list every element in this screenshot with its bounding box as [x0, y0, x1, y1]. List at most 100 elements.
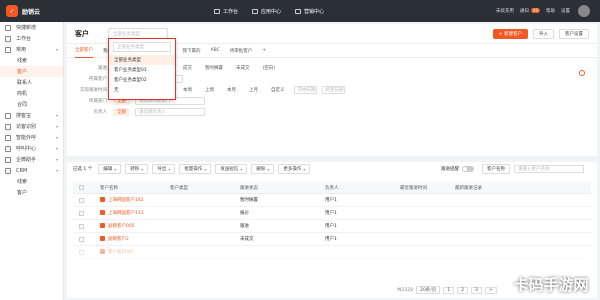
new-customer-button[interactable]: + 新建客户	[492, 28, 528, 39]
renew-link[interactable]: 未续充用	[496, 8, 514, 14]
table-row[interactable]: 上海韩国客户182 暂时搁置 用户1	[73, 194, 591, 207]
next-page-button[interactable]: >	[484, 286, 497, 294]
follow-up-toggle[interactable]	[462, 166, 474, 172]
nav-marketing[interactable]: 营销中心	[295, 8, 324, 15]
sidebar-item[interactable]: 客户	[0, 187, 63, 198]
dropdown-option[interactable]: 客户业务类型02	[109, 75, 175, 85]
notice-link[interactable]: 通知 99	[520, 8, 540, 14]
search-field-select[interactable]: 客户名称	[482, 164, 510, 174]
row-checkbox[interactable]	[79, 249, 84, 255]
filter-chip[interactable]: 上月	[245, 86, 262, 94]
filter-chip[interactable]: (空白)	[259, 64, 280, 72]
filter-label: 所属客户	[89, 76, 107, 82]
settings-link[interactable]: 设置	[561, 8, 570, 14]
column-header[interactable]: 跟进状态	[236, 185, 321, 191]
table-row[interactable]: 上海韩国客户113 报价 用户1	[73, 207, 591, 220]
toolbar-button[interactable]: 转移 ▾	[125, 164, 149, 174]
filter-chip[interactable]: 成交	[179, 64, 196, 72]
date-start-input[interactable]: 开始日期	[293, 85, 317, 94]
sidebar-item-label: 企微助手	[16, 157, 37, 163]
table-row[interactable]: 客户名2100	[73, 246, 591, 259]
nav-workbench[interactable]: 工作台	[214, 8, 238, 15]
column-header[interactable]: 最新跟进记录	[451, 185, 531, 191]
row-checkbox[interactable]	[79, 197, 84, 203]
table-row[interactable]: 励销客户2 未成交 用户1	[73, 233, 591, 246]
tab-item[interactable]: 我下属的	[183, 44, 201, 58]
filter-chip[interactable]: 未成交	[232, 64, 254, 72]
filter-chip[interactable]: 暂时搁置	[201, 64, 227, 72]
toolbar-button[interactable]: 批量操作 ▾	[179, 164, 212, 174]
chevron-down-icon: ▾	[141, 166, 144, 172]
date-end-input[interactable]: 结束日期	[321, 85, 345, 94]
filter-input[interactable]: 请选择负责人	[135, 107, 205, 116]
column-header[interactable]: 客户类型	[166, 185, 236, 191]
sidebar-item[interactable]: 线索	[0, 176, 63, 187]
row-checkbox[interactable]	[79, 236, 84, 242]
toolbar-button[interactable]: 删除 ▾	[251, 164, 275, 174]
filter-chip[interactable]: 自定义	[267, 86, 289, 94]
gear-icon[interactable]	[579, 70, 585, 76]
sidebar-item[interactable]: 工作台	[0, 33, 63, 44]
sidebar-item-label: 智能外呼	[16, 135, 37, 141]
toolbar-button[interactable]: 编辑 ▾	[98, 164, 122, 174]
sidebar-item[interactable]: 搜客宝 ▾	[0, 110, 63, 121]
app-logo[interactable]: ✓ 励销云	[6, 5, 66, 17]
dropdown-option[interactable]: 无	[109, 85, 175, 95]
add-tab-icon[interactable]: +	[262, 44, 266, 58]
customer-name-link[interactable]: 上海韩国客户182	[96, 197, 166, 203]
chevron-down-icon: ▾	[55, 168, 58, 173]
nav-app-center[interactable]: 应用中心	[252, 8, 281, 15]
sidebar-item[interactable]: 线索	[0, 55, 63, 66]
sidebar-item[interactable]: 快捷新增	[0, 22, 63, 33]
dropdown-option[interactable]: 全部业务类型	[109, 55, 175, 65]
phone-icon	[100, 223, 105, 228]
tab-item[interactable]: ABC	[211, 44, 220, 58]
customer-name-link[interactable]: 励销客户2	[96, 236, 166, 242]
filter-chip[interactable]: 全部	[113, 107, 130, 116]
page-number[interactable]: 3	[470, 286, 482, 294]
sidebar-item-label: 客户	[17, 190, 28, 196]
column-header[interactable]: 最近跟进时间	[396, 185, 451, 191]
tab-item[interactable]: 待审批客户	[230, 44, 253, 58]
customer-name-link[interactable]: 上海韩国客户113	[96, 210, 166, 216]
avatar[interactable]	[578, 5, 590, 17]
row-checkbox[interactable]	[79, 223, 84, 229]
sidebar-item[interactable]: CRM ▾	[0, 165, 63, 176]
sidebar-item[interactable]: 客户	[0, 66, 63, 77]
toolbar-button[interactable]: 更多操作 ▾	[278, 164, 311, 174]
table-header: 客户名称 客户类型 跟进状态 负责人 最近跟进时间 最新跟进记录	[73, 182, 591, 194]
tab-item[interactable]: 全部客户	[75, 44, 93, 58]
column-header[interactable]: 负责人	[321, 185, 396, 191]
sidebar-item[interactable]: 访客识别 ▾	[0, 121, 63, 132]
row-checkbox[interactable]	[79, 210, 84, 216]
column-header[interactable]: 客户名称	[96, 185, 166, 191]
customer-settings-button[interactable]: 客户设置	[559, 28, 589, 39]
filter-chip[interactable]: 本月	[223, 86, 240, 94]
chevron-down-icon: ▾	[55, 146, 58, 151]
import-button[interactable]: 导入	[533, 28, 554, 39]
cell-text: 跟进	[240, 224, 249, 229]
sidebar-item[interactable]: 呼叫中心 ▾	[0, 143, 63, 154]
sidebar-item[interactable]: 企微助手 ▾	[0, 154, 63, 165]
toolbar-button[interactable]: 导出 ▾	[152, 164, 176, 174]
sidebar-item[interactable]: 商机	[0, 88, 63, 99]
filter-chip[interactable]: 本周	[179, 86, 196, 94]
dropdown-option[interactable]: 客户业务类型01	[109, 65, 175, 75]
customer-name-link[interactable]: 励销客户005	[96, 223, 166, 229]
sidebar-item[interactable]: 常用 ▾	[0, 44, 63, 55]
sidebar-item[interactable]: 合同	[0, 99, 63, 110]
top-right: 未续充用 通知 99 帮助 设置	[490, 0, 590, 22]
sidebar-item[interactable]: 联系人	[0, 77, 63, 88]
table-row[interactable]: 励销客户005 跟进 用户1	[73, 220, 591, 233]
page-number[interactable]: 1	[443, 286, 455, 294]
sidebar-item[interactable]: 智能外呼 ▾	[0, 132, 63, 143]
dropdown-search-input[interactable]: 全部业务类型	[113, 42, 171, 52]
help-link[interactable]: 帮助	[546, 8, 555, 14]
page-size-select[interactable]: 20条/页	[415, 286, 441, 294]
customer-name-link[interactable]: 客户名2100	[96, 249, 166, 255]
search-input[interactable]: 请输入客户名称	[514, 165, 584, 173]
page-number[interactable]: 2	[457, 286, 468, 294]
toolbar-button[interactable]: 发送短信 ▾	[215, 164, 248, 174]
filter-chip[interactable]: 上周	[201, 86, 218, 94]
select-all-checkbox[interactable]	[79, 185, 84, 190]
